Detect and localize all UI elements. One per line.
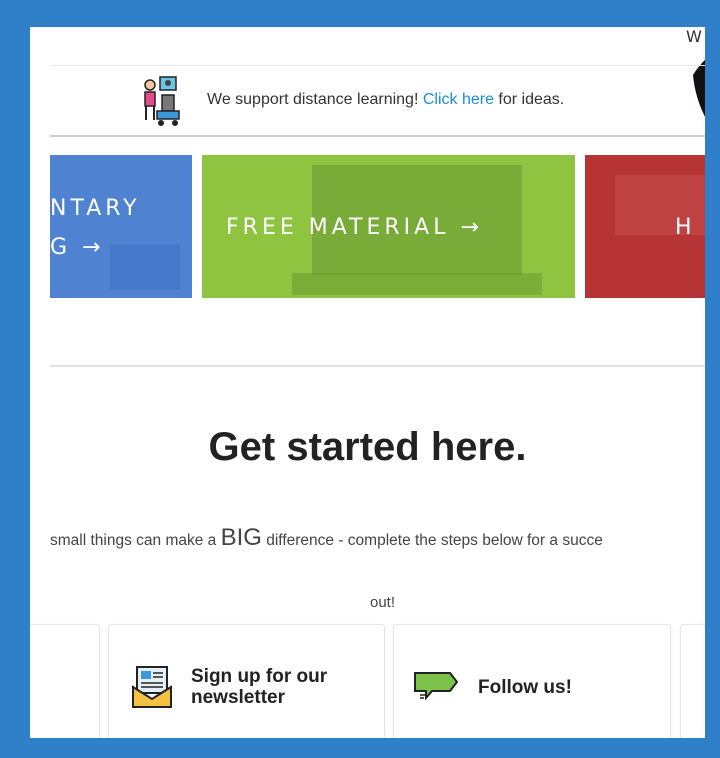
newsletter-card[interactable]: Sign up for our newsletter <box>108 624 385 738</box>
elementary-tile[interactable]: NTARY G → <box>50 155 192 298</box>
banner-divider <box>50 135 705 137</box>
third-tile-label: H <box>675 215 696 240</box>
follow-sign-icon <box>414 672 459 700</box>
banner-text-before: We support distance learning! <box>207 91 423 108</box>
tagline-after: difference - complete the steps below fo… <box>261 532 603 549</box>
banner-text: We support distance learning! Click here… <box>207 91 564 109</box>
tagline-line2: out! <box>370 594 396 611</box>
page-viewport: W We support distance learning! Click he… <box>30 27 705 738</box>
elementary-tile-label-line1: NTARY <box>50 196 141 221</box>
follow-card[interactable]: Follow us! <box>393 624 671 738</box>
distance-learning-banner: We support distance learning! Click here… <box>50 67 705 135</box>
third-tile[interactable]: H <box>585 155 705 298</box>
follow-card-title: Follow us! <box>478 677 572 698</box>
banner-text-after: for ideas. <box>493 91 565 108</box>
click-here-link[interactable]: Click here <box>423 91 494 108</box>
newsletter-card-title: Sign up for our newsletter <box>191 666 328 708</box>
tagline-big: BIG <box>220 524 262 551</box>
free-material-label: FREE MATERIAL → <box>226 215 483 240</box>
elementary-tile-label-line2: G → <box>50 235 105 260</box>
newsletter-envelope-icon <box>132 666 172 708</box>
page-title: Get started here. <box>208 425 527 469</box>
free-material-tile[interactable]: FREE MATERIAL → <box>202 155 575 298</box>
tagline-before: small things can make a <box>50 532 221 549</box>
tagline: small things can make a BIG difference -… <box>50 524 603 552</box>
section-divider <box>50 365 705 367</box>
student-at-computer-icon <box>144 76 180 126</box>
step-card-partial-left[interactable] <box>30 624 100 738</box>
tile-photo-overlay <box>50 155 192 298</box>
step-card-partial-right[interactable] <box>680 624 705 738</box>
top-divider <box>50 65 705 66</box>
